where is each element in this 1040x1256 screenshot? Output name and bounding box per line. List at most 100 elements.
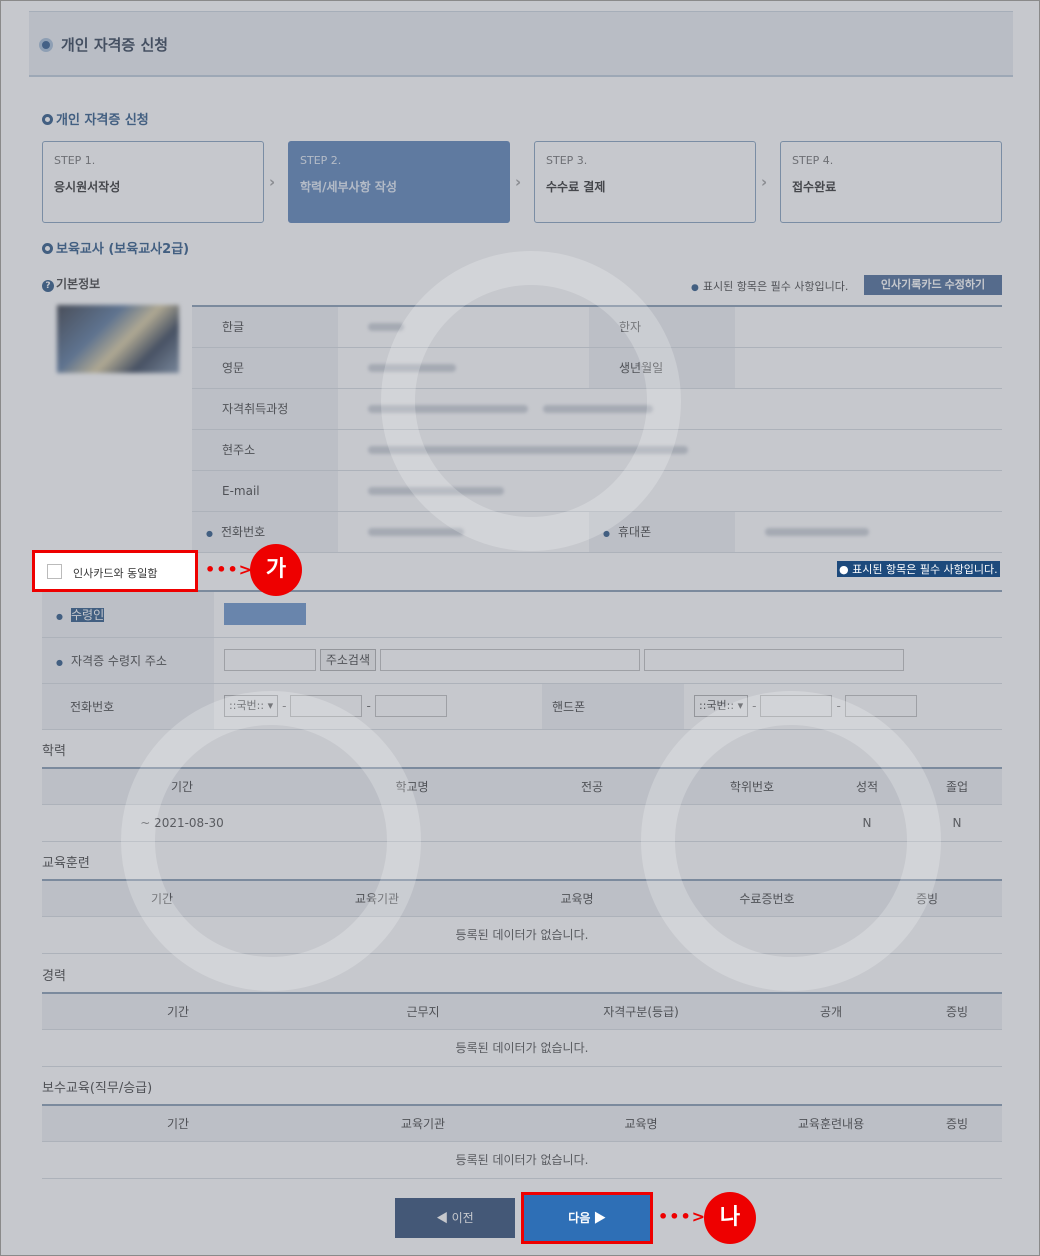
empty-message: 등록된 데이터가 없습니다. — [42, 916, 1002, 954]
dropdown-arrow-icon: ▾ — [267, 699, 274, 712]
cell-graduated: N — [912, 804, 1002, 842]
label-birth: 생년월일 — [589, 347, 736, 389]
address-detail-input[interactable] — [643, 649, 904, 671]
col-header: 교육명 — [472, 880, 682, 917]
edit-hr-card-button[interactable]: 인사기록카드 수정하기 — [864, 275, 1002, 295]
table-header-row: 기간 교육기관 교육명 수료증번호 증빙 — [42, 880, 1002, 917]
col-header: 기간 — [42, 768, 322, 805]
dotted-arrow-icon: •••> — [658, 1207, 707, 1226]
table-row: 등록된 데이터가 없습니다. — [42, 1141, 1002, 1179]
label-cellphone: 핸드폰 — [542, 683, 684, 730]
col-header: 수료증번호 — [682, 880, 852, 917]
col-header: 학위번호 — [682, 768, 822, 805]
address-input[interactable] — [379, 649, 640, 671]
label-mobile-text: 휴대폰 — [618, 525, 652, 539]
same-as-card-checkbox[interactable] — [47, 564, 62, 579]
title-bullet-icon — [39, 38, 53, 52]
dotted-arrow-icon: •••> — [205, 560, 254, 579]
page-title: 개인 자격증 신청 — [61, 36, 169, 54]
col-header: 학교명 — [322, 768, 502, 805]
value-korean — [338, 306, 590, 348]
col-header: 졸업 — [912, 768, 1002, 805]
cell-period: ~ 2021-08-30 — [42, 804, 322, 842]
table-header-row: 기간 근무지 자격구분(등급) 공개 증빙 — [42, 993, 1002, 1030]
bullet-icon: ● — [691, 283, 699, 293]
dash: - — [836, 699, 841, 713]
step-2: STEP 2. 학력/세부사항 작성 — [288, 141, 510, 223]
tel-last-input[interactable] — [374, 695, 447, 717]
same-as-card-option[interactable]: 인사카드와 동일함 — [32, 550, 198, 592]
col-header: 근무지 — [314, 993, 532, 1030]
label-tel: 전화번호 — [42, 683, 214, 730]
step-number: STEP 3. — [546, 154, 588, 167]
label-hanja: 한자 — [589, 306, 736, 348]
step-number: STEP 4. — [792, 154, 834, 167]
chevron-right-icon: › — [761, 173, 768, 191]
col-header: 증빙 — [912, 993, 1002, 1030]
recipient-required-note-text: 표시된 항목은 필수 사항입니다. — [852, 563, 998, 576]
value-mobile — [735, 511, 1002, 553]
col-header: 기간 — [42, 880, 282, 917]
cell-last-input[interactable] — [844, 695, 917, 717]
col-header: 공개 — [750, 993, 912, 1030]
step-number: STEP 2. — [300, 154, 342, 167]
basic-info-title: ? 기본정보 — [42, 275, 100, 292]
step-name: 접수완료 — [792, 180, 837, 194]
marker-a: 가 — [250, 544, 302, 596]
table-header-row: 기간 학교명 전공 학위번호 성적 졸업 — [42, 768, 1002, 805]
next-button[interactable]: 다음 ▶ — [521, 1192, 653, 1244]
cell-mid-input[interactable] — [760, 695, 833, 717]
step-1: STEP 1. 응시원서작성 — [42, 141, 264, 223]
value-hanja — [735, 306, 1002, 348]
step-name: 수수료 결제 — [546, 180, 606, 194]
label-email: E-mail — [192, 470, 338, 512]
label-korean: 한글 — [192, 306, 338, 348]
table-header-row: 기간 교육기관 교육명 교육훈련내용 증빙 — [42, 1105, 1002, 1142]
refresher-table: 기간 교육기관 교육명 교육훈련내용 증빙 등록된 데이터가 없습니다. — [42, 1104, 1002, 1179]
recipient-name-input[interactable] — [224, 603, 306, 626]
step-4: STEP 4. 접수완료 — [780, 141, 1002, 223]
cell-degree — [682, 804, 822, 842]
prev-button[interactable]: ◀ 이전 — [395, 1198, 515, 1238]
cell-area-select[interactable]: ::국번:: ▾ — [694, 695, 749, 717]
dropdown-arrow-icon: ▾ — [737, 699, 744, 712]
page-header: 개인 자격증 신청 — [29, 11, 1013, 77]
training-title: 교육훈련 — [42, 856, 90, 871]
empty-message: 등록된 데이터가 없습니다. — [42, 1029, 1002, 1067]
value-birth — [735, 347, 1002, 389]
step-name: 응시원서작성 — [54, 180, 121, 194]
section-title: 개인 자격증 신청 — [42, 109, 149, 128]
label-phone-text: 전화번호 — [220, 525, 266, 539]
app-frame: 개인 자격증 신청 개인 자격증 신청 STEP 1. 응시원서작성 › STE… — [0, 0, 1040, 1256]
cell-grade: N — [822, 804, 912, 842]
ring-icon — [42, 114, 53, 125]
dash: - — [282, 699, 287, 713]
recipient-name-cell — [214, 591, 1002, 638]
education-table: 기간 학교명 전공 학위번호 성적 졸업 ~ 2021-08-30 N N — [42, 767, 1002, 842]
marker-b: 나 — [704, 1192, 756, 1244]
col-header: 자격구분(등급) — [532, 993, 750, 1030]
step-3: STEP 3. 수수료 결제 — [534, 141, 756, 223]
label-cert-address: ● 자격증 수령지 주소 — [42, 637, 214, 684]
table-row: 등록된 데이터가 없습니다. — [42, 916, 1002, 954]
label-address: 현주소 — [192, 429, 338, 471]
col-header: 교육기관 — [282, 880, 472, 917]
education-title: 학력 — [42, 744, 66, 759]
value-address — [338, 429, 1002, 471]
bullet-icon: ● — [603, 529, 610, 538]
address-search-button[interactable]: 주소검색 — [319, 649, 376, 671]
zipcode-input[interactable] — [224, 649, 316, 671]
cell-area-select-text: ::국번:: — [699, 699, 735, 712]
cell-school — [322, 804, 502, 842]
step-name: 학력/세부사항 작성 — [300, 180, 397, 194]
refresher-title: 보수교육(직무/승급) — [42, 1081, 153, 1096]
col-header: 기간 — [42, 993, 314, 1030]
col-header: 교육훈련내용 — [750, 1105, 912, 1142]
tel-cell: ::국번:: ▾ - - — [214, 683, 542, 730]
tel-area-select[interactable]: ::국번:: ▾ — [224, 695, 279, 717]
tel-area-select-text: ::국번:: — [229, 699, 265, 712]
recipient-form: ● 수령인 ● 자격증 수령지 주소 주소검색 전화번호 ::국번:: ▾ - - 핸드… — [42, 590, 1002, 730]
col-header: 교육기관 — [314, 1105, 532, 1142]
tel-mid-input[interactable] — [290, 695, 363, 717]
dash: - — [752, 699, 757, 713]
